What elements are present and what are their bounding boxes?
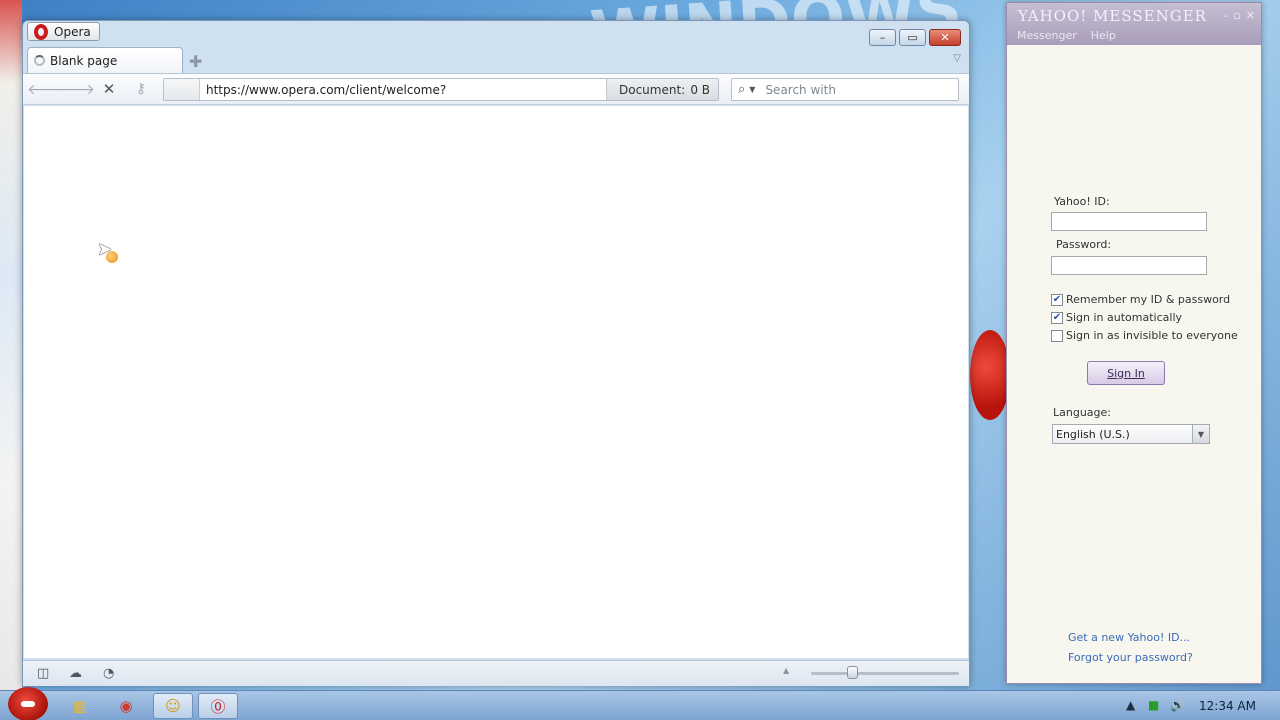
start-orb-icon: [21, 701, 35, 707]
tab-strip: Blank page ✚ ▽: [23, 47, 969, 73]
page-viewport[interactable]: [24, 106, 968, 658]
zoom-slider-track[interactable]: [811, 672, 959, 675]
zoom-slider-knob[interactable]: [847, 666, 858, 679]
opera-titlebar: Opera – ▭ ✕: [23, 21, 969, 46]
auto-signin-checkbox-row[interactable]: ✔ Sign in automatically: [1051, 311, 1182, 324]
minimize-button[interactable]: –: [869, 29, 896, 46]
language-select[interactable]: English (U.S.) ▼: [1052, 424, 1210, 444]
tab-title: Blank page: [50, 53, 118, 68]
yahoo-id-label: Yahoo! ID:: [1054, 195, 1110, 208]
loading-spinner-icon: [34, 55, 45, 66]
ym-maximize-icon[interactable]: ▫: [1233, 9, 1240, 22]
ym-menu-messenger[interactable]: Messenger: [1017, 29, 1077, 42]
invisible-checkbox[interactable]: [1051, 329, 1063, 342]
ym-minimize-icon[interactable]: –: [1223, 9, 1229, 22]
system-tray: ▲ ■ 🔊 12:34 AM: [1114, 691, 1280, 720]
tab-blank-page[interactable]: Blank page: [27, 47, 183, 73]
yahoo-messenger-window: YAHOO! MESSENGER – ▫ ✕ Messenger Help Ya…: [1006, 2, 1262, 684]
language-label: Language:: [1053, 406, 1111, 419]
tab-menu-chevron-icon[interactable]: ▽: [953, 53, 961, 64]
tray-volume-icon[interactable]: 🔊: [1170, 698, 1185, 712]
remember-label: Remember my ID & password: [1066, 293, 1231, 306]
back-arrow-icon[interactable]: 🡐: [27, 81, 65, 98]
forward-arrow-icon[interactable]: 🡒: [57, 81, 95, 98]
taskbar-clock[interactable]: 12:34 AM: [1199, 699, 1256, 713]
chevron-down-icon[interactable]: ▼: [1192, 425, 1209, 443]
navigation-toolbar: 🡐 🡒 ✕ ⚷ https://www.opera.com/client/wel…: [23, 73, 969, 105]
document-size-value: 0 B: [690, 82, 710, 97]
status-bar: ◫ ☁ ◔ ▲: [23, 660, 969, 686]
yahoo-id-input[interactable]: [1051, 212, 1207, 231]
address-bar[interactable]: https://www.opera.com/client/welcome? Do…: [163, 78, 719, 101]
taskbar-chrome-icon[interactable]: ◉: [106, 693, 146, 719]
document-size-indicator: Document: 0 B: [606, 79, 718, 100]
speed-dial-icon[interactable]: ◔: [103, 666, 114, 681]
forgot-password-link[interactable]: Forgot your password?: [1068, 651, 1193, 664]
key-icon[interactable]: ⚷: [131, 81, 151, 97]
taskbar-opera-icon[interactable]: ⓪: [198, 693, 238, 719]
ym-window-controls: – ▫ ✕: [1223, 9, 1255, 22]
cloud-icon[interactable]: ☁: [69, 666, 82, 681]
search-field[interactable]: ⌕ ▼ Search with: [731, 78, 959, 101]
invisible-label: Sign in as invisible to everyone: [1066, 329, 1238, 342]
password-label: Password:: [1056, 238, 1112, 251]
taskbar: ▦ ◉ ☺ ⓪ ▲ ■ 🔊 12:34 AM: [0, 687, 1280, 720]
language-value: English (U.S.): [1056, 428, 1130, 441]
busy-indicator-icon: [106, 251, 118, 263]
search-engine-dropdown-icon[interactable]: ▼: [749, 85, 755, 94]
new-yahoo-id-link[interactable]: Get a new Yahoo! ID...: [1068, 631, 1190, 644]
panel-toggle-icon[interactable]: ◫: [37, 666, 49, 681]
ym-titlebar: YAHOO! MESSENGER – ▫ ✕ Messenger Help: [1007, 3, 1261, 45]
ym-close-icon[interactable]: ✕: [1246, 9, 1255, 22]
remember-checkbox[interactable]: ✔: [1051, 293, 1063, 306]
stop-icon[interactable]: ✕: [99, 80, 119, 98]
ym-menu-help[interactable]: Help: [1091, 29, 1116, 42]
taskbar-explorer-icon[interactable]: ▦: [60, 693, 100, 719]
ym-logo: YAHOO! MESSENGER: [1018, 7, 1207, 25]
search-icon: ⌕: [738, 82, 746, 97]
tray-network-icon[interactable]: ■: [1148, 698, 1159, 712]
opera-menu-button[interactable]: Opera: [27, 22, 100, 41]
taskbar-yahoo-messenger-icon[interactable]: ☺: [153, 693, 193, 719]
password-input[interactable]: [1051, 256, 1207, 275]
auto-signin-label: Sign in automatically: [1066, 311, 1183, 324]
site-info-button[interactable]: [164, 79, 200, 100]
opera-app-name: Opera: [54, 24, 91, 39]
tray-expand-icon[interactable]: ▲: [1126, 698, 1135, 712]
window-controls: – ▭ ✕: [869, 29, 961, 46]
close-button[interactable]: ✕: [929, 29, 961, 46]
maximize-button[interactable]: ▭: [899, 29, 926, 46]
search-placeholder: Search with: [765, 82, 836, 97]
sign-in-button[interactable]: Sign In: [1087, 361, 1165, 385]
auto-signin-checkbox[interactable]: ✔: [1051, 311, 1063, 324]
remember-checkbox-row[interactable]: ✔ Remember my ID & password: [1051, 293, 1230, 306]
opera-logo-icon: [34, 23, 48, 40]
new-tab-icon[interactable]: ✚: [189, 52, 202, 71]
ym-menu-bar: Messenger Help: [1017, 29, 1116, 42]
desktop-bird-decoration: [970, 330, 1010, 420]
start-button[interactable]: [8, 687, 48, 720]
zoom-up-icon[interactable]: ▲: [783, 666, 789, 675]
opera-window: Opera – ▭ ✕ Blank page ✚ ▽ 🡐 🡒 ✕ ⚷ https…: [22, 20, 970, 686]
address-url[interactable]: https://www.opera.com/client/welcome?: [206, 83, 446, 97]
document-label: Document:: [619, 82, 686, 97]
invisible-checkbox-row[interactable]: Sign in as invisible to everyone: [1051, 329, 1238, 342]
desktop-icon-strip: [0, 0, 22, 690]
